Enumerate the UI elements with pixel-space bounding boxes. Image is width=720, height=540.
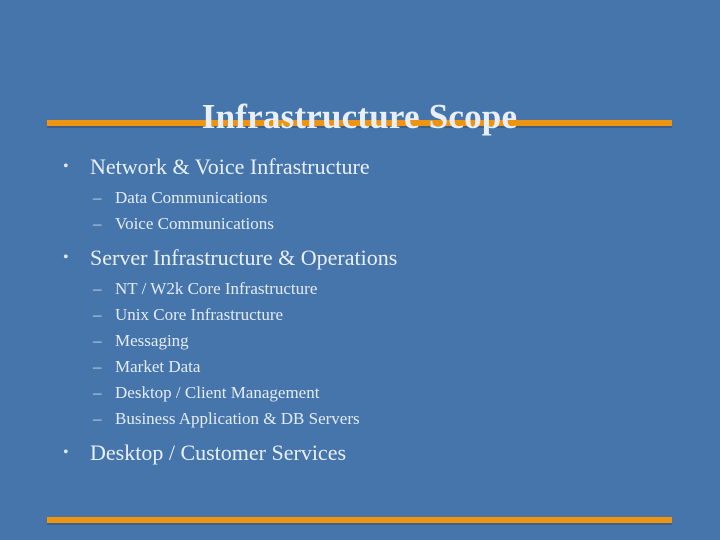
bullet-text: Network & Voice Infrastructure bbox=[90, 154, 370, 179]
footer-divider-rule-bottom bbox=[47, 517, 672, 525]
bullet-dash-icon: – bbox=[93, 188, 102, 207]
bullet-text: Messaging bbox=[115, 331, 189, 350]
slide-title: Infrastructure Scope bbox=[201, 97, 518, 137]
bullet-dash-icon: – bbox=[93, 305, 102, 324]
bullet-text: Business Application & DB Servers bbox=[115, 409, 360, 428]
bullet-level2-business-application-db-servers: – Business Application & DB Servers bbox=[0, 406, 720, 432]
bullet-text: Market Data bbox=[115, 357, 201, 376]
bullet-dash-icon: – bbox=[93, 214, 102, 233]
bullet-level2-data-communications: – Data Communications bbox=[0, 185, 720, 211]
bullet-level1-desktop-customer-services: • Desktop / Customer Services bbox=[0, 438, 720, 468]
bullet-dash-icon: – bbox=[93, 357, 102, 376]
bullet-dash-icon: – bbox=[93, 383, 102, 402]
bullet-level2-voice-communications: – Voice Communications bbox=[0, 211, 720, 237]
slide-body-bullet-list: • Network & Voice Infrastructure – Data … bbox=[0, 152, 720, 468]
bullet-text: Unix Core Infrastructure bbox=[115, 305, 284, 324]
bullet-text: Data Communications bbox=[115, 188, 268, 207]
bullet-text: Desktop / Client Management bbox=[115, 383, 320, 402]
bullet-text: Voice Communications bbox=[115, 214, 274, 233]
bullet-level1-network-voice-infrastructure: • Network & Voice Infrastructure bbox=[0, 152, 720, 182]
bullet-level2-unix-core-infrastructure: – Unix Core Infrastructure bbox=[0, 302, 720, 328]
bullet-dash-icon: – bbox=[93, 331, 102, 350]
bullet-dot-icon: • bbox=[63, 249, 69, 266]
bullet-text: Desktop / Customer Services bbox=[90, 440, 347, 465]
bullet-text: NT / W2k Core Infrastructure bbox=[115, 279, 318, 298]
bullet-text: Server Infrastructure & Operations bbox=[90, 245, 398, 270]
bullet-level2-nt-w2k-core-infrastructure: – NT / W2k Core Infrastructure bbox=[0, 276, 720, 302]
bullet-dot-icon: • bbox=[63, 444, 69, 461]
bullet-level2-market-data: – Market Data bbox=[0, 354, 720, 380]
bullet-level1-server-infrastructure-operations: • Server Infrastructure & Operations bbox=[0, 243, 720, 273]
bullet-level2-messaging: – Messaging bbox=[0, 328, 720, 354]
bullet-dot-icon: • bbox=[63, 158, 69, 175]
bullet-level2-desktop-client-management: – Desktop / Client Management bbox=[0, 380, 720, 406]
presentation-slide: Infrastructure Scope • Network & Voice I… bbox=[0, 0, 720, 540]
bullet-dash-icon: – bbox=[93, 279, 102, 298]
bullet-dash-icon: – bbox=[93, 409, 102, 428]
